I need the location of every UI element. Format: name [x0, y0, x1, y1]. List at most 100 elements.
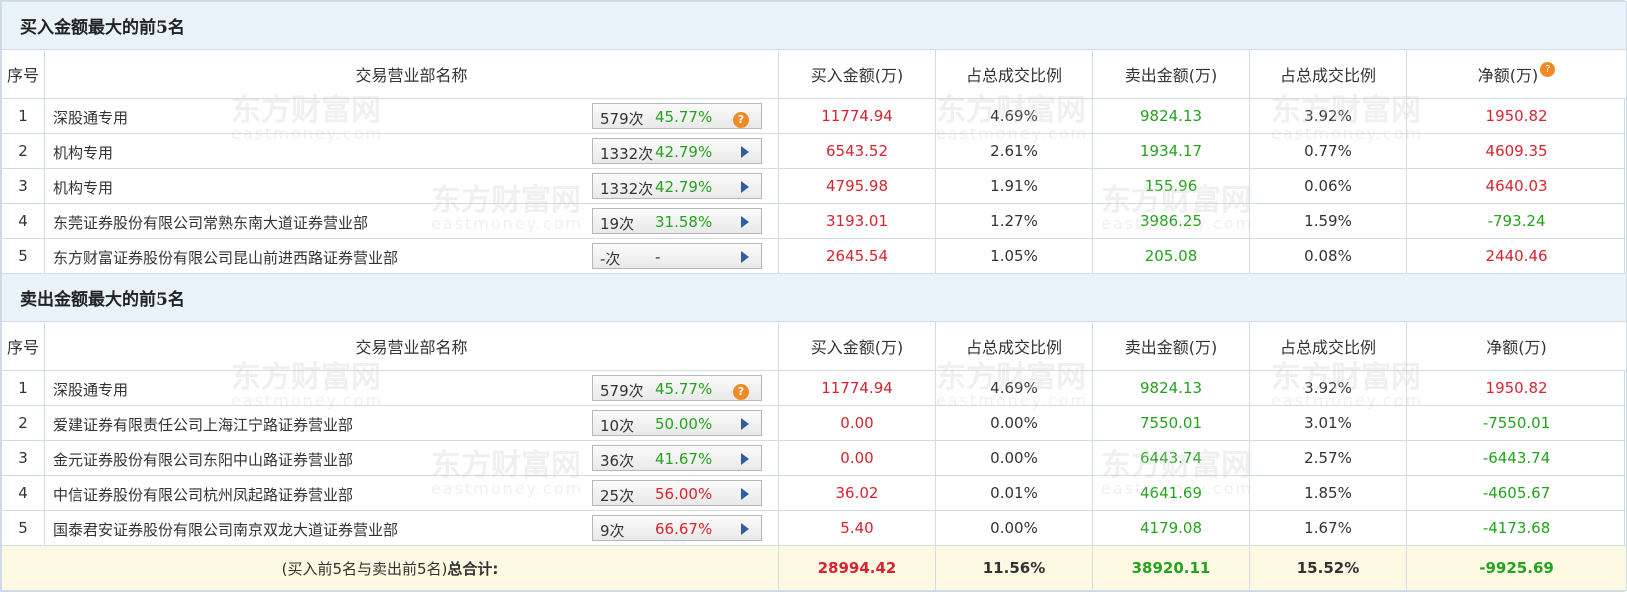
sell-ratio: 0.08% [1249, 238, 1407, 274]
history-badge[interactable]: 25次 56.00% [592, 480, 762, 506]
badge-action[interactable] [741, 486, 749, 504]
row-index: 3 [1, 168, 45, 204]
buy-amount: 5.40 [778, 510, 936, 546]
buy-amount: 2645.54 [778, 238, 936, 274]
table-row: 2 机构专用 1332次 42.79% 6543.52 2.61% 1934.17 0.77%… [1, 133, 1627, 169]
history-badge[interactable]: 10次 50.00% [592, 410, 762, 436]
history-badge[interactable]: 1332次 42.79% [592, 138, 762, 164]
row-index: 1 [1, 370, 45, 406]
net-amount: 1950.82 [1405, 98, 1627, 134]
buy-ratio: 1.91% [935, 168, 1093, 204]
branch-name[interactable]: 深股通专用 [53, 107, 128, 128]
history-badge[interactable]: 579次 45.77%? [592, 103, 762, 129]
buy-header-row: 序号 交易营业部名称 买入金额(万) 占总成交比例 卖出金额(万) 占总成交比例… [1, 49, 1627, 99]
branch-name[interactable]: 东莞证券股份有限公司常熟东南大道证券营业部 [53, 212, 368, 233]
help-icon[interactable]: ? [1540, 62, 1556, 77]
branch-name[interactable]: 深股通专用 [53, 379, 128, 400]
sell-ratio: 2.57% [1249, 440, 1407, 476]
help-icon[interactable]: ? [733, 112, 749, 128]
branch-name[interactable]: 机构专用 [53, 142, 113, 163]
col-buy-amount: 买入金额(万) [778, 321, 936, 371]
arrow-right-icon[interactable] [741, 523, 749, 535]
row-index: 5 [1, 238, 45, 274]
history-badge[interactable]: 1332次 42.79% [592, 173, 762, 199]
sell-amount: 1934.17 [1092, 133, 1250, 169]
listing-count: 36次 [600, 452, 635, 470]
branch-cell: 爱建证券有限责任公司上海江宁路证券营业部 10次 50.00% [44, 405, 779, 441]
success-rate: 50.00% [655, 415, 713, 433]
sell-ratio: 3.01% [1249, 405, 1407, 441]
col-buy-amount: 买入金额(万) [778, 49, 936, 99]
total-label-bold: 总合计: [447, 559, 499, 578]
success-rate: 42.79% [655, 178, 713, 196]
history-badge[interactable]: 36次 41.67% [592, 445, 762, 471]
badge-action[interactable] [741, 416, 749, 434]
total-sell-ratio: 15.52% [1249, 545, 1407, 591]
sell-amount: 6443.74 [1092, 440, 1250, 476]
table-row: 3 金元证券股份有限公司东阳中山路证券营业部 36次 41.67% 0.00 0.00% 6… [1, 440, 1627, 476]
arrow-right-icon[interactable] [741, 251, 749, 263]
badge-action[interactable] [741, 249, 749, 267]
success-rate: - [655, 248, 661, 266]
buy-section-title: 买入金额最大的前5名 [0, 1, 1627, 50]
arrow-right-icon[interactable] [741, 488, 749, 500]
total-row: (买入前5名与卖出前5名)总合计: 28994.42 11.56% 38920.… [1, 545, 1627, 591]
history-badge[interactable]: 9次 66.67% [592, 515, 762, 541]
net-amount: 4640.03 [1405, 168, 1627, 204]
history-badge[interactable]: 19次 31.58% [592, 208, 762, 234]
listing-count: 25次 [600, 487, 635, 505]
history-badge[interactable]: -次 - [592, 243, 762, 269]
branch-name[interactable]: 中信证券股份有限公司杭州凤起路证券营业部 [53, 484, 353, 505]
buy-ratio: 0.01% [935, 475, 1093, 511]
branch-name[interactable]: 机构专用 [53, 177, 113, 198]
badge-action[interactable] [741, 144, 749, 162]
badge-action[interactable] [741, 179, 749, 197]
sell-amount: 4641.69 [1092, 475, 1250, 511]
col-sell-ratio: 占总成交比例 [1249, 49, 1407, 99]
buy-amount: 3193.01 [778, 203, 936, 239]
net-amount: 4609.35 [1405, 133, 1627, 169]
row-index: 1 [1, 98, 45, 134]
badge-action[interactable] [741, 451, 749, 469]
sell-amount: 205.08 [1092, 238, 1250, 274]
buy-amount: 11774.94 [778, 370, 936, 406]
badge-action[interactable] [741, 521, 749, 539]
arrow-right-icon[interactable] [741, 216, 749, 228]
badge-action[interactable]: ? [733, 109, 749, 128]
arrow-right-icon[interactable] [741, 146, 749, 158]
buy-ratio: 4.69% [935, 98, 1093, 134]
history-badge[interactable]: 579次 45.77%? [592, 375, 762, 401]
sell-section-title: 卖出金额最大的前5名 [0, 273, 1627, 322]
sell-amount: 9824.13 [1092, 98, 1250, 134]
branch-name[interactable]: 国泰君安证券股份有限公司南京双龙大道证券营业部 [53, 519, 398, 540]
listing-count: 10次 [600, 417, 635, 435]
net-amount: -793.24 [1405, 203, 1627, 239]
branch-name[interactable]: 东方财富证券股份有限公司昆山前进西路证券营业部 [53, 247, 398, 268]
branch-cell: 中信证券股份有限公司杭州凤起路证券营业部 25次 56.00% [44, 475, 779, 511]
arrow-right-icon[interactable] [741, 418, 749, 430]
branch-name[interactable]: 金元证券股份有限公司东阳中山路证券营业部 [53, 449, 353, 470]
total-net: -9925.69 [1405, 545, 1627, 591]
sell-ratio: 3.92% [1249, 370, 1407, 406]
col-index: 序号 [1, 321, 45, 371]
arrow-right-icon[interactable] [741, 181, 749, 193]
total-label: (买入前5名与卖出前5名)总合计: [1, 545, 779, 591]
net-amount: 2440.46 [1405, 238, 1627, 274]
buy-ratio: 4.69% [935, 370, 1093, 406]
table-row: 3 机构专用 1332次 42.79% 4795.98 1.91% 155.96 0.06% 4… [1, 168, 1627, 204]
sell-ratio: 0.77% [1249, 133, 1407, 169]
buy-amount: 11774.94 [778, 98, 936, 134]
badge-action[interactable] [741, 214, 749, 232]
listing-count: -次 [600, 250, 621, 268]
branch-name[interactable]: 爱建证券有限责任公司上海江宁路证券营业部 [53, 414, 353, 435]
arrow-right-icon[interactable] [741, 453, 749, 465]
listing-count: 579次 [600, 110, 644, 128]
help-icon[interactable]: ? [733, 384, 749, 400]
row-index: 2 [1, 133, 45, 169]
success-rate: 42.79% [655, 143, 713, 161]
badge-action[interactable]: ? [733, 381, 749, 400]
col-branch-name: 交易营业部名称 [44, 321, 779, 371]
buy-amount: 0.00 [778, 440, 936, 476]
branch-cell: 东莞证券股份有限公司常熟东南大道证券营业部 19次 31.58% [44, 203, 779, 239]
table-row: 4 中信证券股份有限公司杭州凤起路证券营业部 25次 56.00% 36.02 0.01%… [1, 475, 1627, 511]
